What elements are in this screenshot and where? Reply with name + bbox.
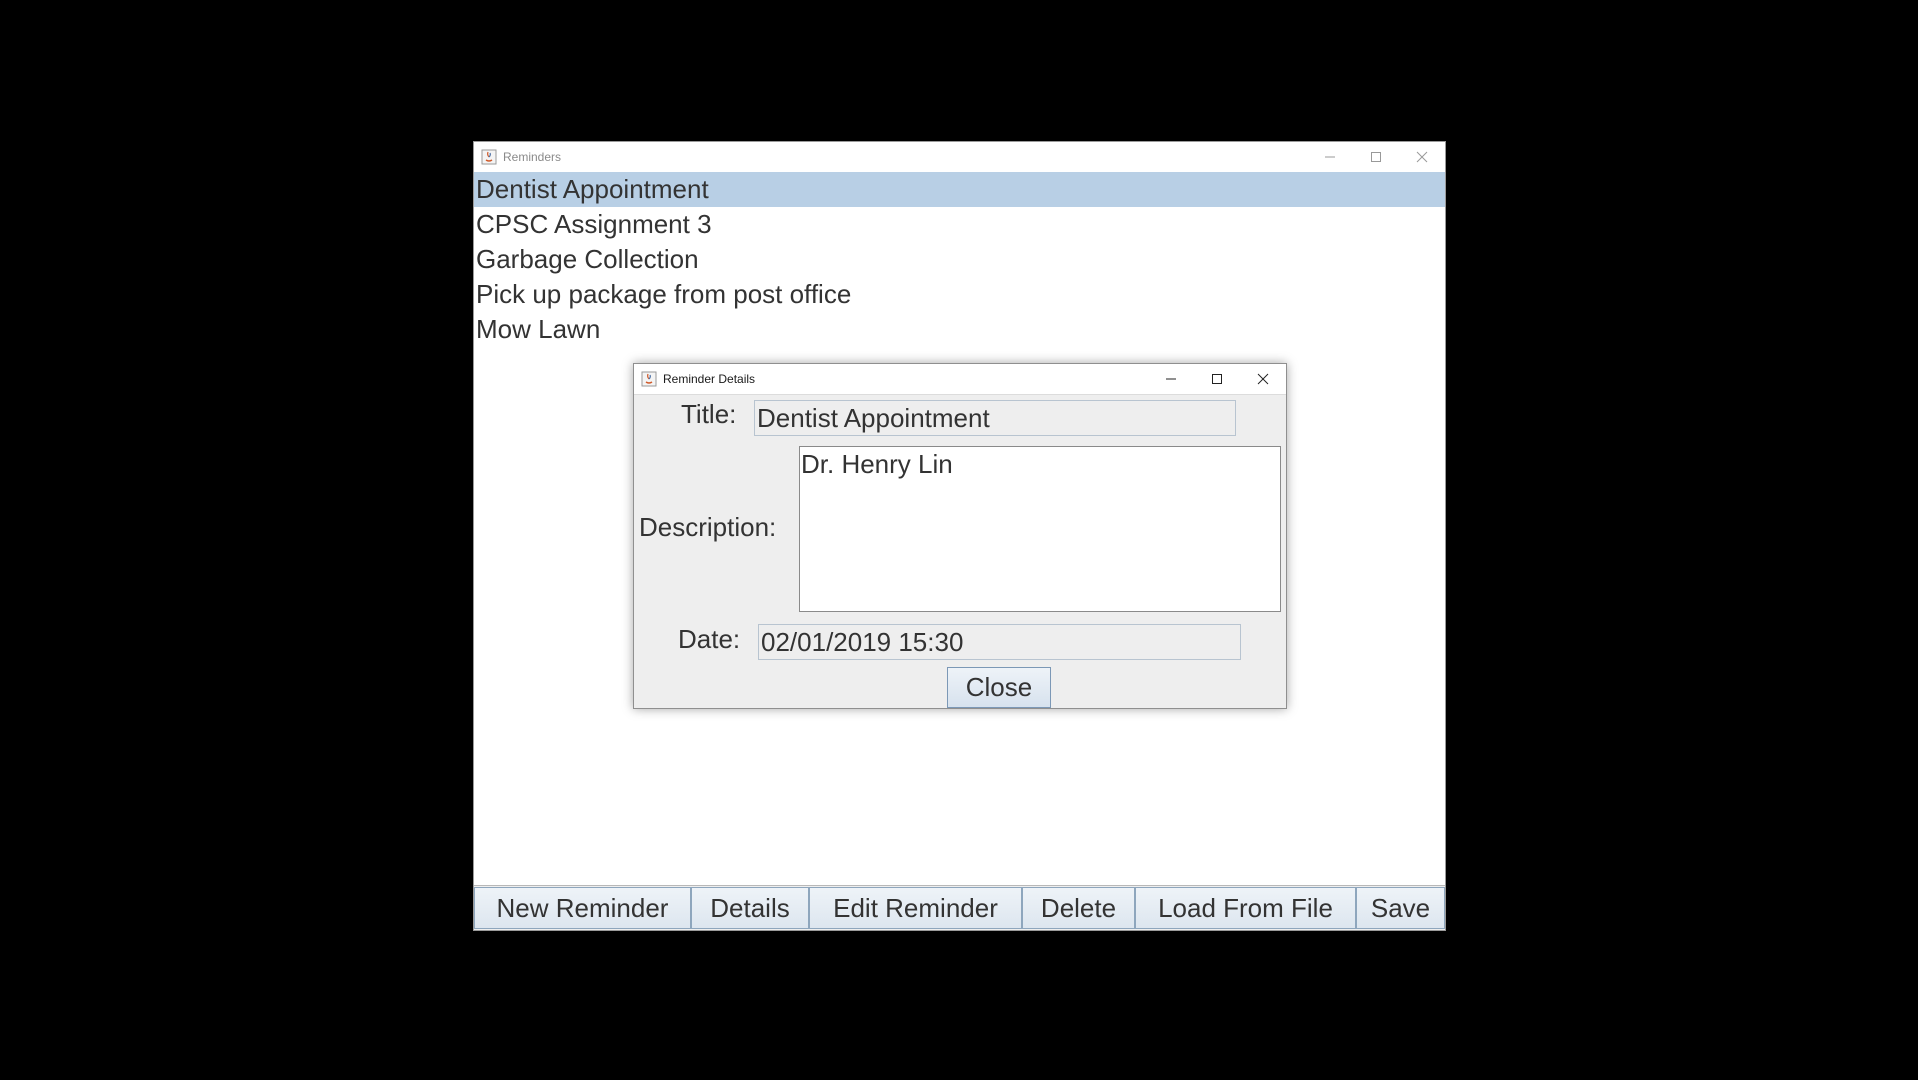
java-app-icon (641, 371, 657, 387)
list-item[interactable]: Garbage Collection (474, 242, 1445, 277)
close-icon[interactable] (1399, 142, 1445, 172)
delete-button[interactable]: Delete (1022, 887, 1135, 929)
list-item[interactable]: CPSC Assignment 3 (474, 207, 1445, 242)
title-label: Title: (681, 399, 737, 429)
dialog-titlebar[interactable]: Reminder Details (634, 364, 1286, 395)
title-field[interactable]: Dentist Appointment (754, 400, 1236, 436)
edit-reminder-button[interactable]: Edit Reminder (809, 887, 1022, 929)
close-button[interactable]: Close (947, 667, 1051, 708)
date-label: Date: (678, 624, 741, 654)
description-label: Description: (639, 512, 777, 542)
reminder-details-dialog: Reminder Details Title: Dentist Appointm… (633, 363, 1287, 709)
button-bar: New Reminder Details Edit Reminder Delet… (474, 885, 1445, 930)
date-field[interactable]: 02/01/2019 15:30 (758, 624, 1241, 660)
minimize-icon[interactable] (1148, 364, 1194, 394)
list-item[interactable]: Dentist Appointment (474, 172, 1445, 207)
window-controls (1307, 142, 1445, 172)
maximize-icon[interactable] (1194, 364, 1240, 394)
maximize-icon[interactable] (1353, 142, 1399, 172)
description-textarea[interactable]: Dr. Henry Lin (799, 446, 1281, 612)
list-item[interactable]: Pick up package from post office (474, 277, 1445, 312)
save-button[interactable]: Save (1356, 887, 1445, 929)
list-item[interactable]: Mow Lawn (474, 312, 1445, 347)
dialog-window-controls (1148, 364, 1286, 394)
window-title: Reminders (503, 150, 562, 164)
dialog-title: Reminder Details (663, 372, 756, 386)
main-titlebar[interactable]: Reminders (474, 142, 1445, 173)
new-reminder-button[interactable]: New Reminder (474, 887, 691, 929)
minimize-icon[interactable] (1307, 142, 1353, 172)
java-app-icon (481, 149, 497, 165)
close-icon[interactable] (1240, 364, 1286, 394)
details-button[interactable]: Details (691, 887, 809, 929)
load-from-file-button[interactable]: Load From File (1135, 887, 1356, 929)
